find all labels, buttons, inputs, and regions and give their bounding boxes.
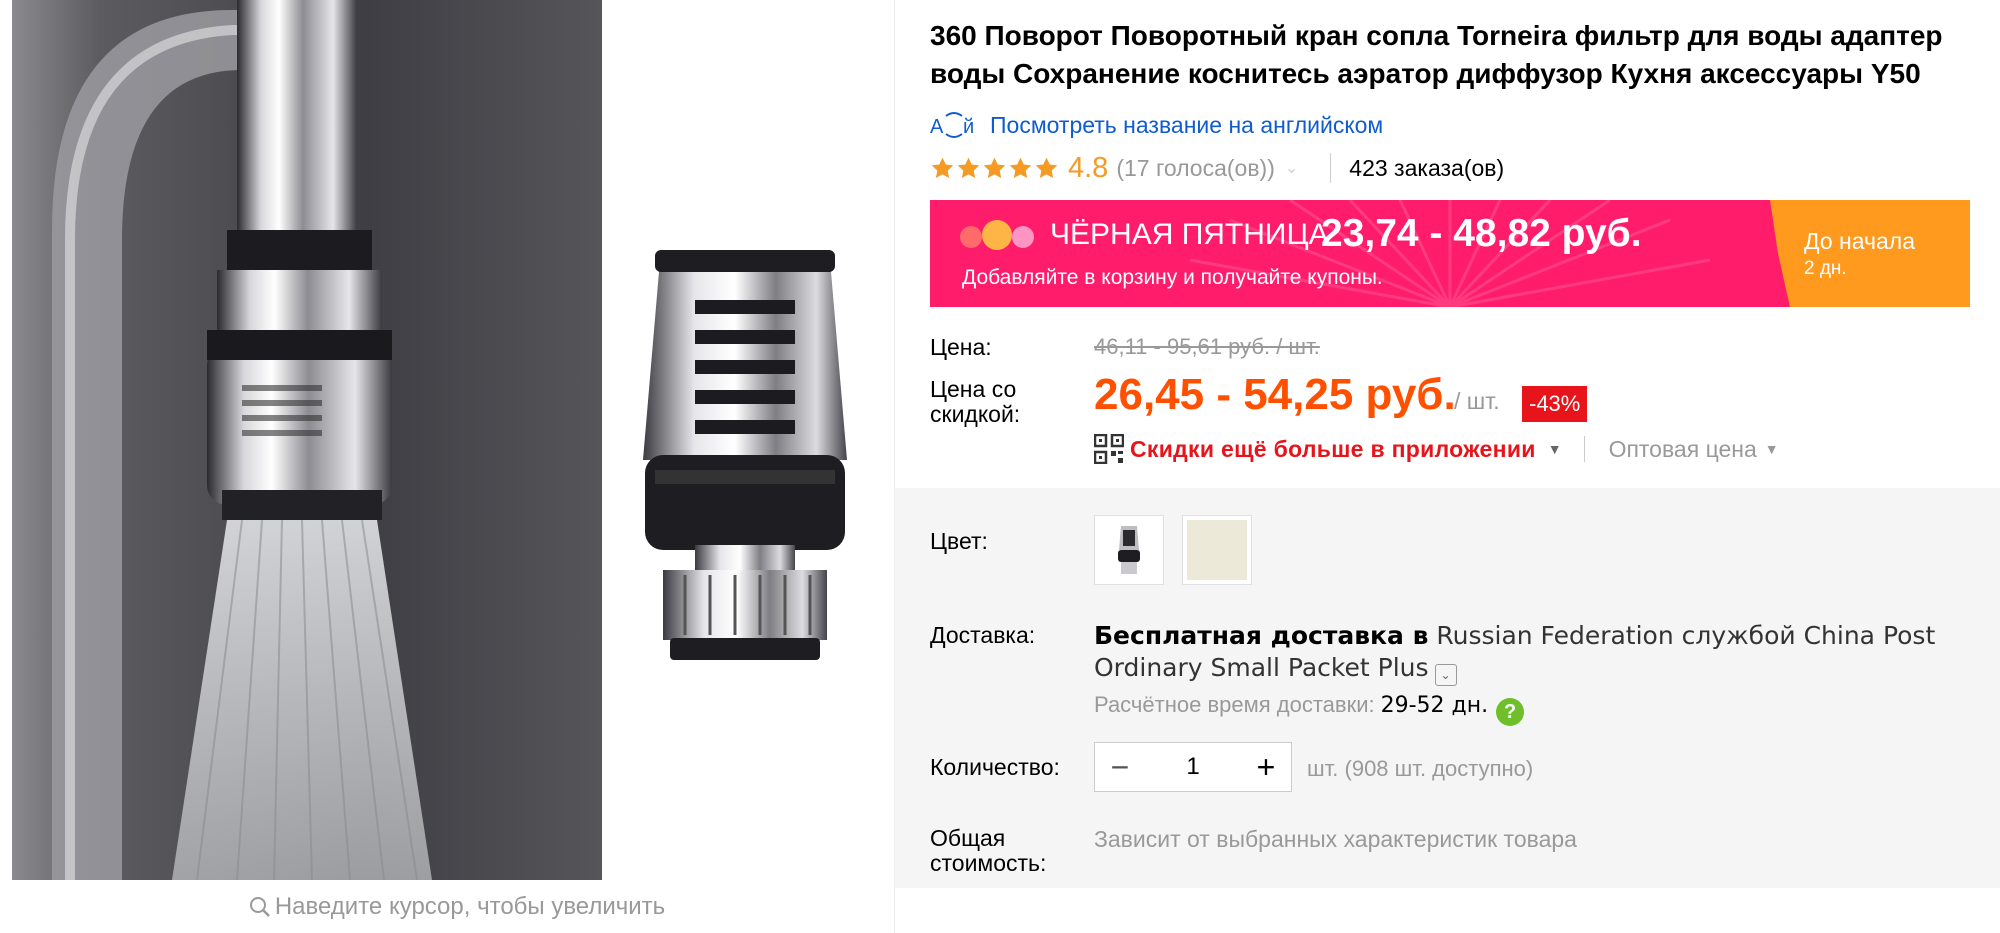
decor-ball (960, 226, 982, 248)
promo-title: ЧЁРНАЯ ПЯТНИЦА (1050, 218, 1329, 251)
countdown-label: До начала (1804, 228, 1915, 254)
promo-subtitle: Добавляйте в корзину и получайте купоны. (962, 266, 1383, 289)
divider (1330, 153, 1332, 183)
shipping-dropdown-icon[interactable]: ⌄ (1434, 664, 1457, 686)
votes-count[interactable]: (17 голоса(ов)) (1116, 155, 1275, 182)
star-icon (1035, 157, 1058, 178)
shipping-label: Доставка: (930, 622, 1036, 648)
help-icon[interactable]: ? (1496, 698, 1525, 726)
caret-down-icon[interactable]: ▼ (1548, 441, 1562, 457)
rating-value: 4.8 (1068, 151, 1109, 184)
aerator-swatch-image (1099, 520, 1159, 580)
decrement-button[interactable]: − (1095, 743, 1145, 791)
wholesale-price-link[interactable]: Оптовая цена (1609, 436, 1757, 463)
shipping-method: Бесплатная доставка в Russian Federation… (1094, 620, 1974, 686)
product-title: 360 Поворот Поворотный кран сопла Tornei… (930, 20, 1943, 89)
star-icon (983, 157, 1006, 178)
promo-countdown: До начала 2 дн. (1770, 200, 1970, 307)
zoom-hint-text: Наведите курсор, чтобы увеличить (274, 893, 666, 920)
svg-text:А: А (930, 116, 944, 138)
caret-down-icon[interactable]: ▼ (1765, 441, 1779, 457)
quantity-input[interactable]: 1 (1145, 753, 1241, 781)
sale-label-line2: скидкой: (930, 401, 1021, 427)
promo-price: 23,74 - 48,82 руб. (1321, 212, 1642, 255)
aerator-thumbnail[interactable] (615, 240, 865, 680)
black-friday-banner: ЧЁРНАЯ ПЯТНИЦА 23,74 - 48,82 руб. Добавл… (930, 200, 1970, 307)
divider (1583, 436, 1585, 462)
search-icon (249, 897, 270, 917)
total-price-note: Зависит от выбранных характеристик товар… (1094, 826, 1577, 852)
color-swatch-chrome[interactable] (1094, 515, 1164, 585)
rating-stars (930, 156, 1060, 181)
beige-swatch-fill (1187, 520, 1247, 580)
zoom-hint: Наведите курсор, чтобы увеличить (12, 893, 902, 921)
old-price: 46,11 - 95,61 руб. / шт. (1094, 334, 1320, 359)
decor-ball (982, 220, 1012, 250)
sale-label-line1: Цена со (930, 376, 1017, 402)
translate-link-text[interactable]: Посмотреть название на английском (990, 112, 1383, 139)
delivery-estimate-label: Расчётное время доставки: (1094, 692, 1375, 717)
countdown-value: 2 дн. (1804, 258, 1847, 279)
decor-ball (1012, 226, 1034, 248)
orders-count: 423 заказа(ов) (1349, 154, 1505, 181)
delivery-estimate: Расчётное время доставки: 29-52 дн.? (1094, 692, 1525, 726)
faucet-photo (12, 0, 602, 880)
quantity-stepper: − 1 + (1094, 742, 1292, 792)
rating-row: 4.8 (17 голоса(ов)) ⌄ 423 заказа(ов) (930, 150, 1504, 186)
sale-price: 26,45 - 54,25 руб. (1094, 370, 1456, 419)
discount-badge: -43% (1522, 386, 1588, 422)
svg-text:й: й (963, 116, 974, 138)
app-discount-link[interactable]: Скидки ещё больше в приложении (1130, 436, 1536, 463)
translate-title-link[interactable]: А й Посмотреть название на английском (930, 110, 1383, 140)
star-icon (931, 157, 954, 178)
color-swatch-beige[interactable] (1182, 515, 1252, 585)
increment-button[interactable]: + (1241, 743, 1291, 791)
total-label-line1: Общая (930, 825, 1006, 851)
per-unit: / шт. (1454, 388, 1500, 414)
qr-code-icon (1094, 434, 1124, 464)
total-label-line2: стоимость: (930, 850, 1047, 876)
delivery-days: 29-52 дн. (1380, 693, 1489, 718)
translate-icon: А й (930, 112, 974, 138)
price-label: Цена: (930, 334, 992, 360)
stock-available: шт. (908 шт. доступно) (1307, 756, 1534, 781)
product-gallery: Наведите курсор, чтобы увеличить (0, 0, 895, 933)
free-shipping-text: Бесплатная доставка в (1094, 621, 1429, 650)
star-icon (957, 157, 980, 178)
quantity-label: Количество: (930, 754, 1060, 780)
color-label: Цвет: (930, 528, 988, 554)
app-discount-row: Скидки ещё больше в приложении ▼ Оптовая… (1094, 432, 1779, 466)
product-main-image[interactable] (12, 0, 602, 880)
star-icon (1009, 157, 1032, 178)
chevron-down-icon[interactable]: ⌄ (1285, 158, 1298, 178)
